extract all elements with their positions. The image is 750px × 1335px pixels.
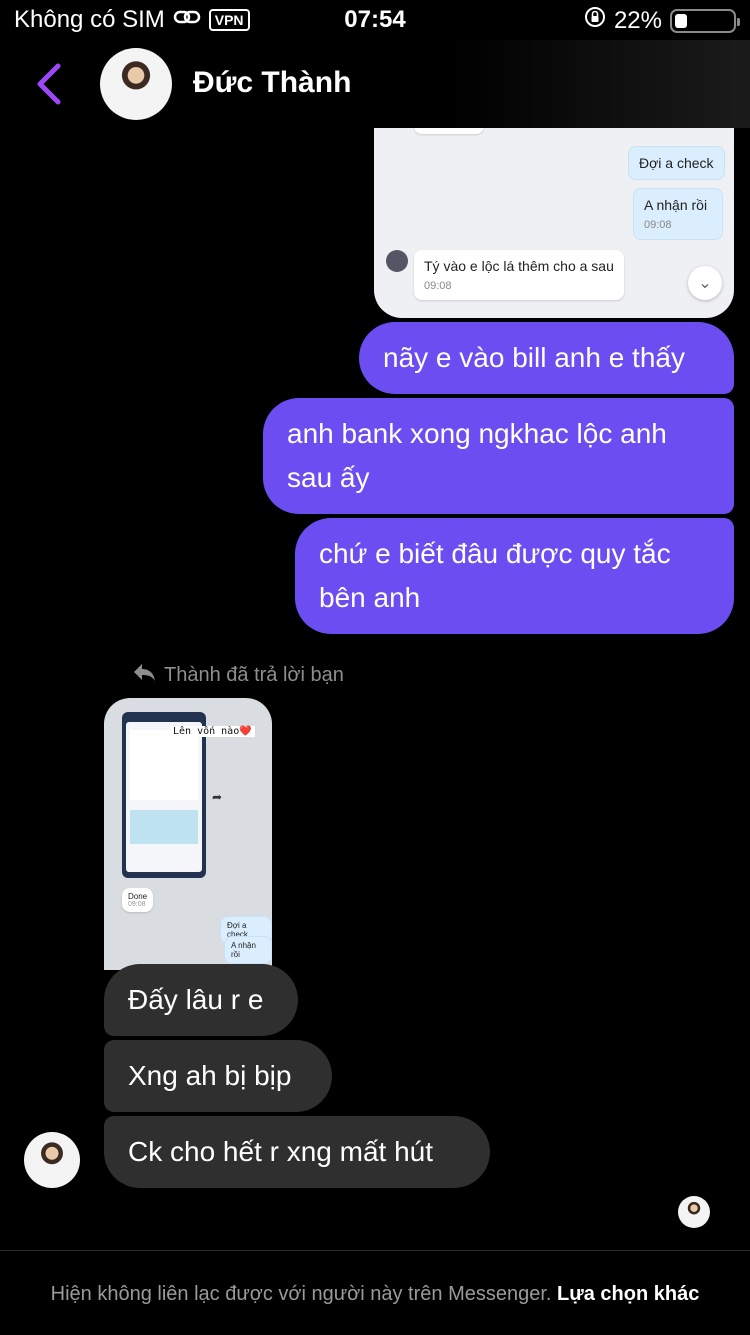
status-bar: Không có SIM VPN 07:54 22% [0, 0, 750, 40]
partial-message-card [414, 128, 484, 134]
reply-indicator-text: Thành đã trả lời bạn [164, 663, 344, 686]
image-message-text: Tý vào e lộc lá thêm cho a sau [424, 258, 614, 274]
image-message: Đợi a check [628, 146, 725, 180]
outgoing-message[interactable]: chứ e biết đâu được quy tắc bên anh [295, 518, 734, 634]
outgoing-message[interactable]: anh bank xong ngkhac lộc anh sau ấy [263, 398, 734, 514]
image-message-text: A nhận rồi [231, 941, 256, 959]
chat-header: Đức Thành [0, 40, 750, 128]
image-caption: Lên vốn nào❤️ [170, 726, 255, 737]
reply-indicator: Thành đã trả lời bạn [132, 662, 344, 688]
incoming-message[interactable]: Ck cho hết r xng mất hút [104, 1116, 490, 1188]
image-message-text: Đợi a check [639, 155, 714, 171]
unavailable-text: Hiện không liên lạc được với người này t… [50, 1283, 552, 1305]
image-message-time: 09:08 [424, 280, 452, 292]
mini-avatar [386, 250, 408, 272]
outgoing-message[interactable]: nãy e vào bill anh e thấy [359, 322, 734, 394]
image-message-text: A nhận rồi [644, 197, 708, 213]
battery-icon [670, 8, 740, 33]
rotation-lock-icon [584, 6, 606, 35]
incoming-message[interactable]: Xng ah bị bịp [104, 1040, 332, 1112]
other-options-link[interactable]: Lựa chọn khác [557, 1283, 699, 1305]
sender-avatar[interactable] [24, 1132, 80, 1188]
image-message: Tý vào e lộc lá thêm cho a sau 09:08 [414, 250, 624, 300]
reply-arrow-icon [132, 662, 156, 688]
image-receipt [126, 722, 202, 872]
replied-image[interactable]: Lên vốn nào❤️ ➦ Done 09:08 Đợi a check A… [104, 698, 272, 970]
image-message-time: 09:08 [644, 219, 672, 231]
contact-avatar[interactable] [100, 48, 172, 120]
incoming-message[interactable]: Đấy lâu r e [104, 964, 298, 1036]
seen-receipt-avatar [678, 1196, 710, 1228]
chevron-down-icon: ⌄ [688, 266, 722, 300]
image-message: Done 09:08 [122, 888, 154, 912]
image-message: A nhận rồi 09:08 [633, 188, 723, 240]
image-message: A nhận rồi [224, 936, 272, 964]
battery-percent: 22% [613, 6, 662, 34]
unavailable-message: Hiện không liên lạc được với người này t… [30, 1279, 720, 1309]
forward-icon: ➦ [212, 790, 223, 804]
back-chevron-icon[interactable] [30, 60, 70, 108]
contact-name[interactable]: Đức Thành [193, 66, 351, 100]
composer-unavailable-banner: Hiện không liên lạc được với người này t… [0, 1250, 750, 1335]
image-message-time: 09:08 [128, 901, 146, 908]
shared-image-top[interactable]: Đợi a check A nhận rồi 09:08 Tý vào e lộ… [374, 128, 734, 318]
image-message-text: Done [128, 892, 148, 901]
